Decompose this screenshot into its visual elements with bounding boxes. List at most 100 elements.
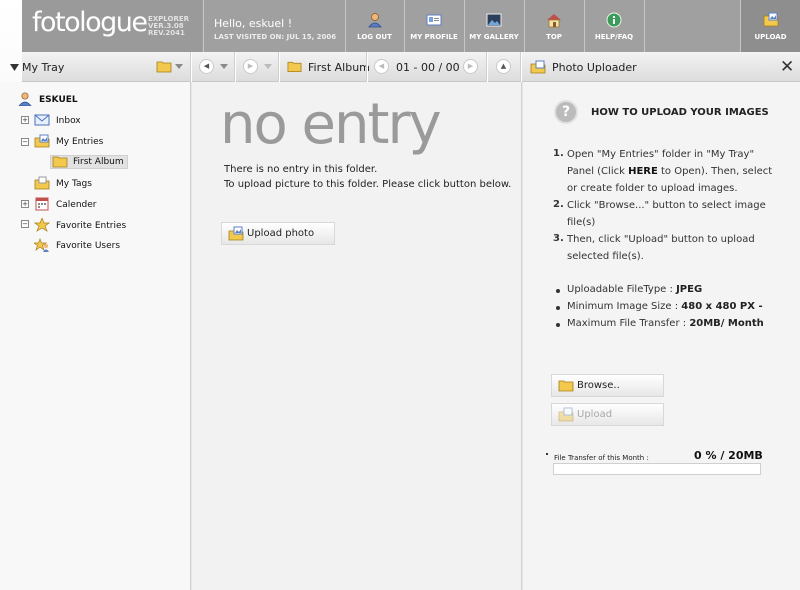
minsize-info: Minimum Image Size : 480 x 480 PX - xyxy=(567,301,763,312)
upload-files-button[interactable]: Upload xyxy=(551,403,664,426)
tray-item-my-entries[interactable]: My Entries xyxy=(56,137,103,147)
folder-icon xyxy=(558,380,574,392)
expand-icon[interactable]: + xyxy=(21,116,29,124)
entries-panel: no entry There is no entry in this folde… xyxy=(192,82,522,590)
browse-button[interactable]: Browse.. xyxy=(551,374,664,397)
step-1-text: Open "My Entries" folder in "My Tray" Pa… xyxy=(567,149,773,194)
divider xyxy=(644,0,645,52)
photo-uploader-icon xyxy=(530,60,546,74)
chevron-down-icon[interactable] xyxy=(175,64,183,69)
step-number: 2. xyxy=(553,199,564,210)
upload-icon xyxy=(763,12,778,27)
divider xyxy=(190,52,192,82)
transfer-value: 0 % / 20MB xyxy=(694,449,763,462)
upload-photo-label: Upload photo xyxy=(247,228,315,239)
user-icon xyxy=(18,92,32,106)
tray-item-first-album-label: First Album xyxy=(73,157,124,167)
collapse-icon[interactable]: − xyxy=(21,220,29,228)
here-link[interactable]: HERE xyxy=(628,166,658,177)
next-arrow-icon[interactable]: ▶ xyxy=(243,59,258,74)
entries-icon xyxy=(34,134,50,148)
close-icon[interactable]: ✕ xyxy=(780,57,794,77)
page-next-icon[interactable]: ▶ xyxy=(463,59,478,74)
tray-item-favorite-users[interactable]: Favorite Users xyxy=(56,241,120,251)
star-user-icon xyxy=(34,238,49,252)
top-button[interactable]: TOP xyxy=(525,0,583,52)
bullet xyxy=(546,453,548,455)
no-entry-heading: no entry xyxy=(220,92,442,157)
my-gallery-label: MY GALLERY xyxy=(469,33,519,41)
transfer-progress-bar xyxy=(553,463,761,475)
browse-label: Browse.. xyxy=(577,380,620,391)
divider xyxy=(366,52,368,82)
step-3-text: Then, click "Upload" button to upload se… xyxy=(567,234,755,262)
tray-collapse-icon[interactable] xyxy=(10,64,19,71)
bullet xyxy=(556,323,560,327)
chevron-down-icon[interactable] xyxy=(264,64,272,69)
previous-arrow-icon[interactable]: ◀ xyxy=(199,59,214,74)
calendar-icon xyxy=(35,197,49,211)
divider xyxy=(203,0,204,52)
howto-title: HOW TO UPLOAD YOUR IMAGES xyxy=(591,107,769,118)
upload-photo-button[interactable]: Upload photo xyxy=(221,222,335,245)
tray-item-my-tags[interactable]: My Tags xyxy=(56,179,92,189)
header-bar: fotologue EXPLORER VER.3.08 REV.2041 Hel… xyxy=(22,0,800,52)
step-number: 1. xyxy=(553,148,564,159)
last-visited: LAST VISITED ON: JUL 15, 2006 xyxy=(214,33,337,41)
help-faq-label: HELP/FAQ xyxy=(594,33,634,41)
chevron-down-icon[interactable] xyxy=(220,64,228,69)
divider xyxy=(520,52,522,82)
divider xyxy=(234,52,236,82)
logout-button[interactable]: LOG OUT xyxy=(346,0,403,52)
collapse-icon[interactable]: − xyxy=(21,138,29,146)
transfer-label: File Transfer of this Month : xyxy=(554,454,649,462)
tray-item-inbox[interactable]: Inbox xyxy=(56,116,81,126)
logo[interactable]: fotologue EXPLORER VER.3.08 REV.2041 xyxy=(22,0,202,52)
uploader-title: Photo Uploader xyxy=(552,61,637,74)
tray-item-calender[interactable]: Calender xyxy=(56,200,97,210)
question-icon: ? xyxy=(554,100,578,124)
maxtransfer-info: Maximum File Transfer : 20MB/ Month xyxy=(567,318,764,329)
star-icon xyxy=(34,218,50,232)
bullet xyxy=(556,289,560,293)
profile-card-icon xyxy=(426,14,442,26)
divider xyxy=(278,52,280,82)
upload-label: UPLOAD xyxy=(754,33,787,41)
upload-photo-icon xyxy=(228,226,244,241)
divider xyxy=(486,52,488,82)
photo-uploader-panel: ? HOW TO UPLOAD YOUR IMAGES 1. Open "My … xyxy=(523,82,800,590)
album-title: First Album xyxy=(308,61,370,74)
album-folder-icon xyxy=(287,61,302,73)
user-icon xyxy=(367,13,382,28)
scroll-up-icon[interactable]: ▲ xyxy=(496,59,511,74)
my-gallery-button[interactable]: MY GALLERY xyxy=(465,0,523,52)
upload-icon xyxy=(558,407,574,422)
tray-item-favorite-entries[interactable]: Favorite Entries xyxy=(56,221,126,231)
bullet xyxy=(556,306,560,310)
info-icon xyxy=(606,12,622,28)
upload-files-label: Upload xyxy=(577,409,613,420)
page-counter: 01 - 00 / 00 xyxy=(396,61,460,74)
my-profile-button[interactable]: MY PROFILE xyxy=(405,0,463,52)
greeting: Hello, eskuel ! xyxy=(214,17,293,30)
folder-icon xyxy=(52,156,68,168)
my-profile-label: MY PROFILE xyxy=(410,33,458,41)
expand-icon[interactable]: + xyxy=(21,200,29,208)
empty-message-line1: There is no entry in this folder. xyxy=(224,164,378,175)
envelope-icon xyxy=(34,114,50,126)
page-prev-icon[interactable]: ◀ xyxy=(374,59,389,74)
folder-options-icon[interactable] xyxy=(156,60,172,73)
logo-wordmark: fotologue xyxy=(32,7,148,38)
logout-label: LOG OUT xyxy=(357,33,392,41)
home-icon xyxy=(547,14,561,28)
tray-title: My Tray xyxy=(22,61,65,74)
upload-button[interactable]: UPLOAD xyxy=(741,0,800,52)
step-number: 3. xyxy=(553,233,564,244)
top-label: TOP xyxy=(546,33,562,41)
help-faq-button[interactable]: HELP/FAQ xyxy=(585,0,643,52)
tray-user: ESKUEL xyxy=(39,95,78,105)
gallery-icon xyxy=(486,13,502,27)
step-2-text: Click "Browse..." button to select image… xyxy=(567,200,766,228)
filetype-info: Uploadable FileType : JPEG xyxy=(567,284,703,295)
logo-version: EXPLORER VER.3.08 REV.2041 xyxy=(148,15,190,37)
